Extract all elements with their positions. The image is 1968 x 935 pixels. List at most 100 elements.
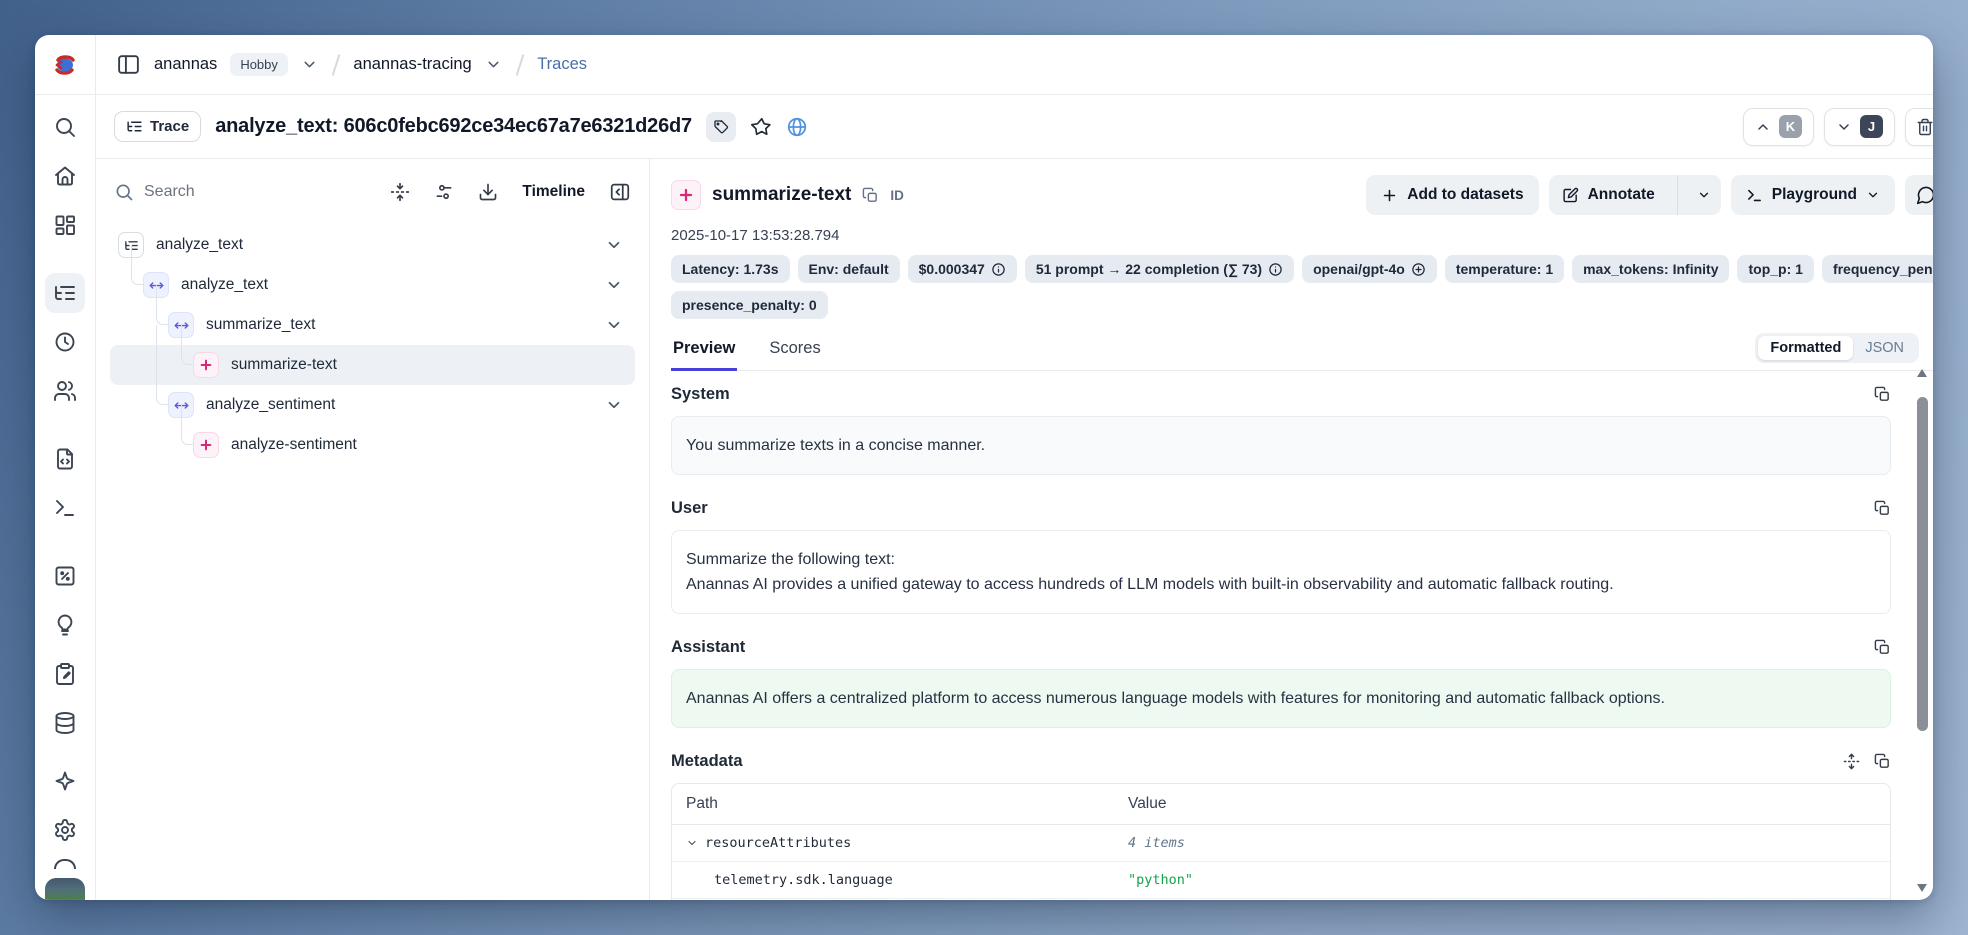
- top-p-badge: top_p: 1: [1737, 255, 1813, 283]
- add-to-datasets-button[interactable]: Add to datasets: [1366, 175, 1538, 215]
- lightbulb-icon: [53, 613, 77, 637]
- tree-row-span-analyze-text[interactable]: analyze_text: [110, 265, 635, 305]
- copy-id-button[interactable]: [862, 187, 879, 204]
- copy-user-button[interactable]: [1874, 500, 1891, 517]
- format-formatted-option[interactable]: Formatted: [1758, 336, 1853, 360]
- preview-content: System You summarize texts in a concise …: [671, 371, 1933, 900]
- sidebar-item-settings[interactable]: [45, 810, 85, 850]
- metadata-row-sdk-name: telemetry.sdk.name "opentelemetry": [672, 899, 1890, 900]
- metadata-value: "python": [1114, 862, 1890, 898]
- chevron-down-icon[interactable]: [605, 316, 623, 334]
- prev-trace-button[interactable]: K: [1743, 108, 1814, 146]
- chevron-down-icon[interactable]: [605, 396, 623, 414]
- scrollbar-down-arrow[interactable]: [1917, 884, 1927, 892]
- view-settings-button[interactable]: [434, 182, 454, 202]
- gear-icon: [53, 818, 77, 842]
- terminal-icon: [1746, 187, 1763, 204]
- copy-system-button[interactable]: [1874, 386, 1891, 403]
- tag-icon: [713, 119, 729, 135]
- trace-tree-panel: Timeline analyze_text: [96, 159, 650, 900]
- search-input[interactable]: [144, 183, 380, 201]
- annotate-button[interactable]: Annotate: [1549, 175, 1668, 215]
- chevron-down-icon[interactable]: [605, 276, 623, 294]
- scroll-top-icon[interactable]: [54, 859, 76, 869]
- format-json-option[interactable]: JSON: [1853, 336, 1916, 360]
- chevron-down-icon[interactable]: [686, 837, 698, 849]
- annotate-dropdown-chevron[interactable]: [1687, 175, 1721, 215]
- sidebar-item-tracing[interactable]: [45, 273, 85, 313]
- app-window: anannas Hobby anannas-tracing Traces: [35, 35, 1933, 900]
- list-tree-icon: [126, 118, 143, 135]
- terminal-icon: [53, 496, 77, 520]
- sidebar-item-prompts[interactable]: [45, 439, 85, 479]
- generation-node-icon: [193, 432, 219, 458]
- app-logo[interactable]: [35, 35, 96, 94]
- project-switcher-chevron-icon[interactable]: [485, 56, 502, 73]
- tags-button[interactable]: [706, 112, 736, 142]
- breadcrumb-traces-link[interactable]: Traces: [537, 55, 587, 74]
- sidebar-item-upgrade[interactable]: [45, 761, 85, 801]
- copy-metadata-button[interactable]: [1874, 753, 1891, 770]
- tree-row-trace-analyze-text[interactable]: analyze_text: [110, 225, 635, 265]
- edit-pencil-icon: [1562, 187, 1579, 204]
- max-tokens-badge: max_tokens: Infinity: [1572, 255, 1729, 283]
- tree-node-label: summarize-text: [231, 356, 337, 374]
- scrollbar-track[interactable]: [1917, 385, 1928, 876]
- chevron-down-icon[interactable]: [605, 236, 623, 254]
- chevron-down-icon: [1697, 188, 1711, 202]
- sidebar-item-sessions[interactable]: [45, 322, 85, 362]
- observation-badges: Latency: 1.73s Env: default $0.000347 51…: [671, 255, 1933, 327]
- content-scrollbar[interactable]: [1916, 369, 1928, 892]
- next-trace-button[interactable]: J: [1824, 108, 1895, 146]
- tree-row-generation-summarize-text[interactable]: summarize-text: [110, 345, 635, 385]
- frequency-penalty-badge: frequency_penalty: 0: [1822, 255, 1933, 283]
- model-badge[interactable]: openai/gpt-4o: [1302, 255, 1437, 283]
- tree-row-generation-analyze-sentiment[interactable]: analyze-sentiment: [110, 425, 635, 465]
- trace-header: Trace analyze_text: 606c0febc692ce34ec67…: [96, 95, 1933, 159]
- sidebar-toggle-icon[interactable]: [116, 52, 141, 77]
- sidebar-item-annotation[interactable]: [45, 654, 85, 694]
- metadata-row-resource-attributes[interactable]: resourceAttributes 4 items: [672, 825, 1890, 862]
- timeline-toggle[interactable]: Timeline: [522, 183, 585, 201]
- comment-bubble-icon: [1916, 185, 1933, 205]
- sidebar-item-users[interactable]: [45, 371, 85, 411]
- org-name[interactable]: anannas: [154, 55, 217, 74]
- tokens-badge[interactable]: 51 prompt → 22 completion (∑ 73): [1025, 255, 1294, 283]
- playground-button[interactable]: Playground: [1731, 175, 1895, 215]
- sidebar-item-search[interactable]: [45, 107, 85, 147]
- expand-metadata-button[interactable]: [1843, 753, 1860, 770]
- plus-icon: [1381, 187, 1398, 204]
- observation-header: summarize-text ID Add to datasets: [671, 175, 1933, 215]
- chevron-down-icon: [1866, 188, 1880, 202]
- collapse-all-button[interactable]: [390, 182, 410, 202]
- user-heading: User: [671, 499, 708, 518]
- copy-icon: [1874, 500, 1891, 517]
- format-toggle: Formatted JSON: [1755, 333, 1919, 363]
- org-switcher-chevron-icon[interactable]: [301, 56, 318, 73]
- list-tree-icon: [53, 281, 77, 305]
- comments-button[interactable]: [1905, 175, 1933, 215]
- tab-scores[interactable]: Scores: [767, 339, 822, 371]
- cost-badge[interactable]: $0.000347: [908, 255, 1017, 283]
- sidebar-item-dashboards[interactable]: [45, 205, 85, 245]
- tab-preview[interactable]: Preview: [671, 339, 737, 371]
- public-share-button[interactable]: [786, 116, 808, 138]
- delete-trace-button[interactable]: [1905, 108, 1933, 146]
- user-avatar[interactable]: [45, 878, 85, 900]
- tree-row-span-analyze-sentiment[interactable]: analyze_sentiment: [110, 385, 635, 425]
- sidebar-item-datasets[interactable]: [45, 703, 85, 743]
- tree-row-span-summarize-text[interactable]: summarize_text: [110, 305, 635, 345]
- scrollbar-up-arrow[interactable]: [1917, 369, 1927, 377]
- scrollbar-thumb[interactable]: [1917, 397, 1928, 731]
- sidebar-item-home[interactable]: [45, 156, 85, 196]
- collapse-panel-icon[interactable]: [609, 181, 631, 203]
- sidebar-item-evaluation[interactable]: [45, 556, 85, 596]
- download-button[interactable]: [478, 182, 498, 202]
- project-name[interactable]: anannas-tracing: [353, 55, 471, 74]
- org-plan-badge: Hobby: [230, 53, 288, 76]
- annotate-split-button: Annotate: [1549, 175, 1721, 215]
- copy-assistant-button[interactable]: [1874, 639, 1891, 656]
- sidebar-item-playground[interactable]: [45, 488, 85, 528]
- bookmark-star-button[interactable]: [750, 116, 772, 138]
- sidebar-item-insights[interactable]: [45, 605, 85, 645]
